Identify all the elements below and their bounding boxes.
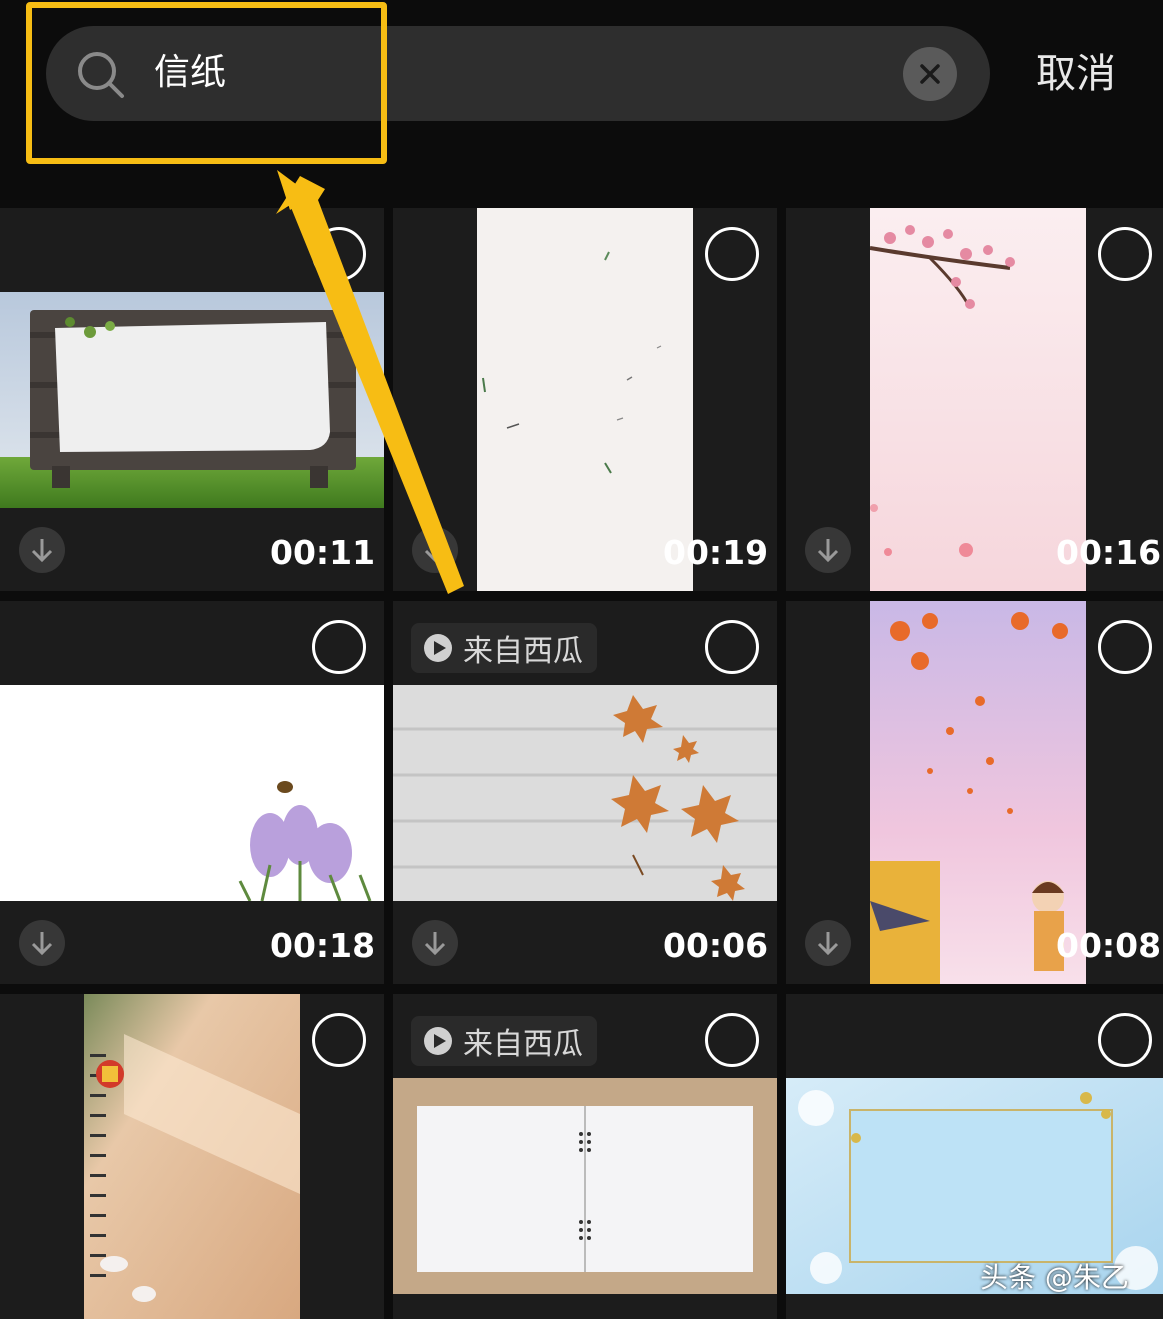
thumbnail-image <box>870 208 1086 591</box>
download-icon[interactable] <box>19 527 65 573</box>
download-icon[interactable] <box>805 920 851 966</box>
duration-label: 00:18 <box>270 926 376 965</box>
select-checkbox[interactable] <box>1098 227 1152 281</box>
thumbnail-image <box>393 685 777 901</box>
select-checkbox[interactable] <box>312 227 366 281</box>
select-checkbox[interactable] <box>705 1013 759 1067</box>
xigua-logo-icon <box>424 1027 452 1055</box>
duration-label: 00:19 <box>663 533 769 572</box>
material-search-page: 信纸 取消 00:11 00:19 00:16 00:18 来自西瓜 00:06… <box>0 0 1163 1319</box>
download-icon[interactable] <box>805 527 851 573</box>
result-tile[interactable] <box>0 994 384 1319</box>
watermark-text: 头条 @朱乙 <box>980 1261 1129 1294</box>
duration-label: 00:11 <box>270 533 376 572</box>
result-tile[interactable]: 来自西瓜 <box>393 994 777 1319</box>
xigua-logo-icon <box>424 634 452 662</box>
thumbnail-image <box>0 292 384 508</box>
search-input[interactable]: 信纸 <box>154 46 226 100</box>
select-checkbox[interactable] <box>705 227 759 281</box>
thumbnail-image <box>84 994 300 1319</box>
result-tile[interactable]: 00:16 <box>786 208 1163 591</box>
result-tile[interactable]: 00:19 <box>393 208 777 591</box>
select-checkbox[interactable] <box>1098 620 1152 674</box>
source-label: 来自西瓜 <box>463 1027 583 1062</box>
thumbnail-image <box>477 208 693 591</box>
select-checkbox[interactable] <box>312 620 366 674</box>
select-checkbox[interactable] <box>1098 1013 1152 1067</box>
source-label: 来自西瓜 <box>463 634 583 669</box>
results-grid: 00:11 00:19 00:16 00:18 来自西瓜 00:06 00:08… <box>0 208 1163 1319</box>
search-bar[interactable]: 信纸 <box>46 26 990 121</box>
result-tile[interactable]: 00:08 <box>786 601 1163 984</box>
download-icon[interactable] <box>19 920 65 966</box>
clear-search-button[interactable] <box>903 47 957 101</box>
select-checkbox[interactable] <box>312 1013 366 1067</box>
duration-label: 00:16 <box>1056 533 1162 572</box>
download-icon[interactable] <box>412 920 458 966</box>
duration-label: 00:08 <box>1056 926 1162 965</box>
search-icon <box>78 52 124 98</box>
thumbnail-image <box>870 601 1086 984</box>
duration-label: 00:06 <box>663 926 769 965</box>
result-tile[interactable]: 00:11 <box>0 208 384 591</box>
download-icon[interactable] <box>412 527 458 573</box>
result-tile[interactable]: 00:18 <box>0 601 384 984</box>
source-badge: 来自西瓜 <box>411 623 597 673</box>
thumbnail-image <box>0 685 384 901</box>
thumbnail-image <box>393 1078 777 1294</box>
cancel-button[interactable]: 取消 <box>1036 46 1116 102</box>
result-tile[interactable]: 来自西瓜 00:06 <box>393 601 777 984</box>
select-checkbox[interactable] <box>705 620 759 674</box>
close-icon <box>920 64 940 84</box>
source-badge: 来自西瓜 <box>411 1016 597 1066</box>
